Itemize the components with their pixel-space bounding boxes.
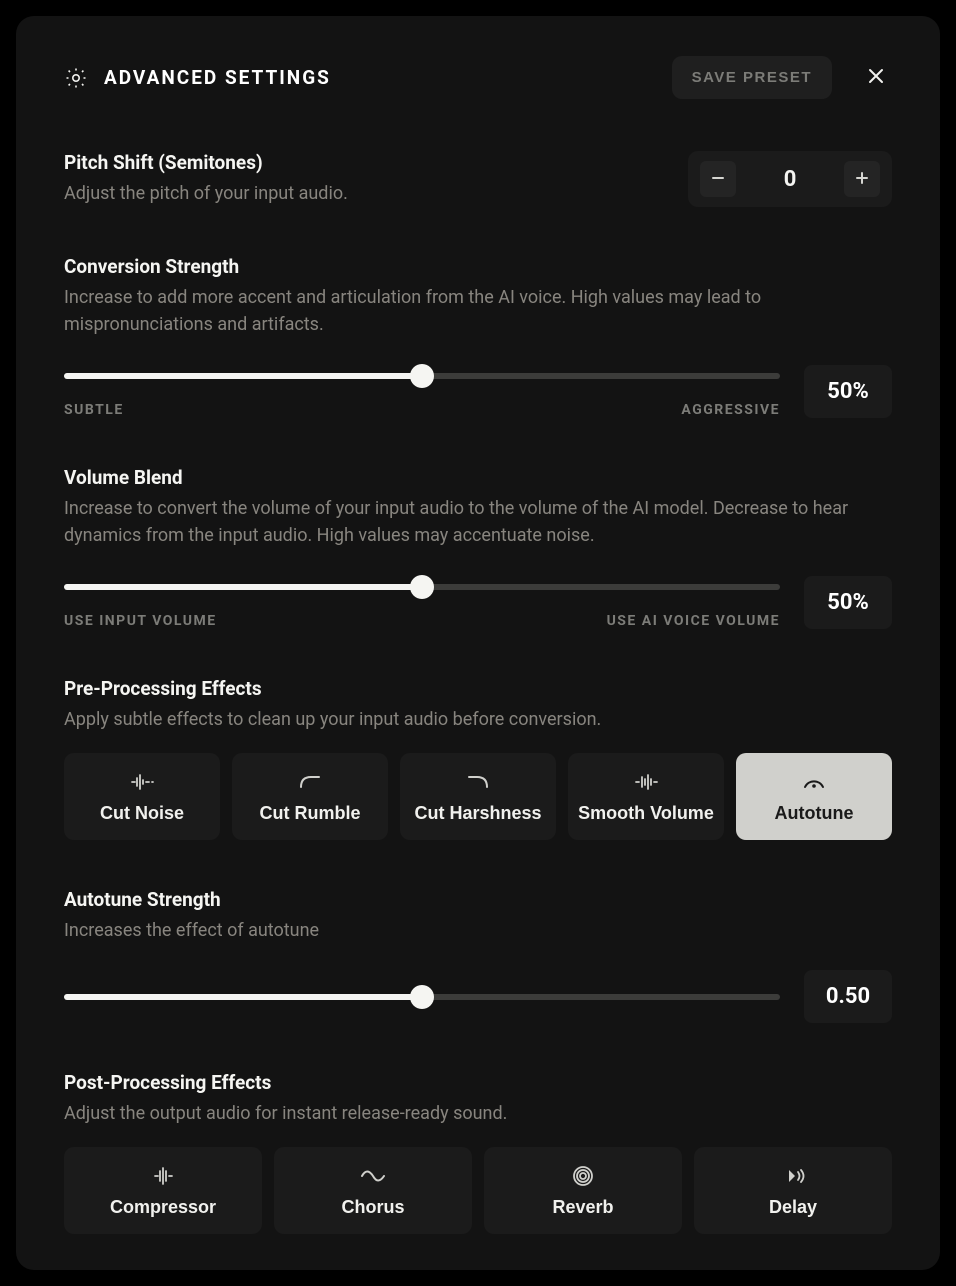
volume-left-label: USE INPUT VOLUME bbox=[64, 613, 217, 629]
pre-effects-row: Cut Noise Cut Rumble Cut Harshness Smoot… bbox=[64, 753, 892, 840]
gear-icon bbox=[64, 66, 88, 90]
effect-label: Delay bbox=[769, 1197, 817, 1218]
chorus-icon bbox=[359, 1165, 387, 1187]
conversion-title: Conversion Strength bbox=[64, 255, 892, 278]
effect-autotune[interactable]: Autotune bbox=[736, 753, 892, 840]
effect-label: Autotune bbox=[775, 803, 854, 824]
volume-desc: Increase to convert the volume of your i… bbox=[64, 495, 892, 549]
pre-desc: Apply subtle effects to clean up your in… bbox=[64, 706, 892, 733]
post-title: Post-Processing Effects bbox=[64, 1071, 892, 1094]
effect-label: Cut Harshness bbox=[414, 803, 541, 824]
minus-icon bbox=[710, 170, 726, 189]
conversion-left-label: SUBTLE bbox=[64, 402, 124, 418]
volume-value: 50% bbox=[804, 576, 892, 629]
volume-slider[interactable] bbox=[64, 575, 780, 599]
smooth-volume-icon bbox=[632, 771, 660, 793]
volume-right-label: USE AI VOICE VOLUME bbox=[607, 613, 780, 629]
effect-label: Smooth Volume bbox=[578, 803, 714, 824]
autotune-fill bbox=[64, 994, 422, 1000]
page-title: ADVANCED SETTINGS bbox=[104, 66, 656, 89]
autotune-desc: Increases the effect of autotune bbox=[64, 917, 892, 944]
effect-label: Compressor bbox=[110, 1197, 216, 1218]
conversion-value: 50% bbox=[804, 365, 892, 418]
effect-label: Chorus bbox=[342, 1197, 405, 1218]
effect-cut-harshness[interactable]: Cut Harshness bbox=[400, 753, 556, 840]
effect-label: Cut Rumble bbox=[260, 803, 361, 824]
conversion-strength-section: Conversion Strength Increase to add more… bbox=[64, 255, 892, 418]
noise-icon bbox=[128, 771, 156, 793]
pitch-shift-section: Pitch Shift (Semitones) Adjust the pitch… bbox=[64, 151, 892, 207]
effect-label: Cut Noise bbox=[100, 803, 184, 824]
pitch-desc: Adjust the pitch of your input audio. bbox=[64, 180, 664, 207]
autotune-icon bbox=[800, 771, 828, 793]
post-processing-section: Post-Processing Effects Adjust the outpu… bbox=[64, 1071, 892, 1234]
delay-icon bbox=[779, 1165, 807, 1187]
panel-header: ADVANCED SETTINGS SAVE PRESET bbox=[64, 56, 892, 99]
effect-cut-noise[interactable]: Cut Noise bbox=[64, 753, 220, 840]
effect-label: Reverb bbox=[552, 1197, 613, 1218]
pitch-increment-button[interactable] bbox=[844, 161, 880, 197]
post-effects-row: Compressor Chorus Reverb Delay bbox=[64, 1147, 892, 1234]
pitch-title: Pitch Shift (Semitones) bbox=[64, 151, 664, 174]
conversion-right-label: AGGRESSIVE bbox=[681, 402, 780, 418]
conversion-slider[interactable] bbox=[64, 364, 780, 388]
volume-thumb[interactable] bbox=[410, 575, 434, 599]
pitch-decrement-button[interactable] bbox=[700, 161, 736, 197]
autotune-title: Autotune Strength bbox=[64, 888, 892, 911]
pitch-value: 0 bbox=[750, 167, 830, 192]
post-desc: Adjust the output audio for instant rele… bbox=[64, 1100, 892, 1127]
reverb-icon bbox=[569, 1165, 597, 1187]
harshness-icon bbox=[464, 771, 492, 793]
advanced-settings-panel: ADVANCED SETTINGS SAVE PRESET Pitch Shif… bbox=[16, 16, 940, 1270]
conversion-thumb[interactable] bbox=[410, 364, 434, 388]
compressor-icon bbox=[149, 1165, 177, 1187]
plus-icon bbox=[854, 170, 870, 189]
effect-delay[interactable]: Delay bbox=[694, 1147, 892, 1234]
volume-fill bbox=[64, 584, 422, 590]
volume-title: Volume Blend bbox=[64, 466, 892, 489]
autotune-slider[interactable] bbox=[64, 985, 780, 1009]
close-button[interactable] bbox=[860, 60, 892, 95]
effect-cut-rumble[interactable]: Cut Rumble bbox=[232, 753, 388, 840]
pitch-stepper: 0 bbox=[688, 151, 892, 207]
volume-blend-section: Volume Blend Increase to convert the vol… bbox=[64, 466, 892, 629]
conversion-desc: Increase to add more accent and articula… bbox=[64, 284, 892, 338]
conversion-fill bbox=[64, 373, 422, 379]
rumble-icon bbox=[296, 771, 324, 793]
pre-processing-section: Pre-Processing Effects Apply subtle effe… bbox=[64, 677, 892, 840]
effect-chorus[interactable]: Chorus bbox=[274, 1147, 472, 1234]
autotune-strength-section: Autotune Strength Increases the effect o… bbox=[64, 888, 892, 1023]
autotune-thumb[interactable] bbox=[410, 985, 434, 1009]
effect-reverb[interactable]: Reverb bbox=[484, 1147, 682, 1234]
save-preset-button[interactable]: SAVE PRESET bbox=[672, 56, 832, 99]
pre-title: Pre-Processing Effects bbox=[64, 677, 892, 700]
effect-compressor[interactable]: Compressor bbox=[64, 1147, 262, 1234]
autotune-value: 0.50 bbox=[804, 970, 892, 1023]
close-icon bbox=[866, 74, 886, 89]
effect-smooth-volume[interactable]: Smooth Volume bbox=[568, 753, 724, 840]
